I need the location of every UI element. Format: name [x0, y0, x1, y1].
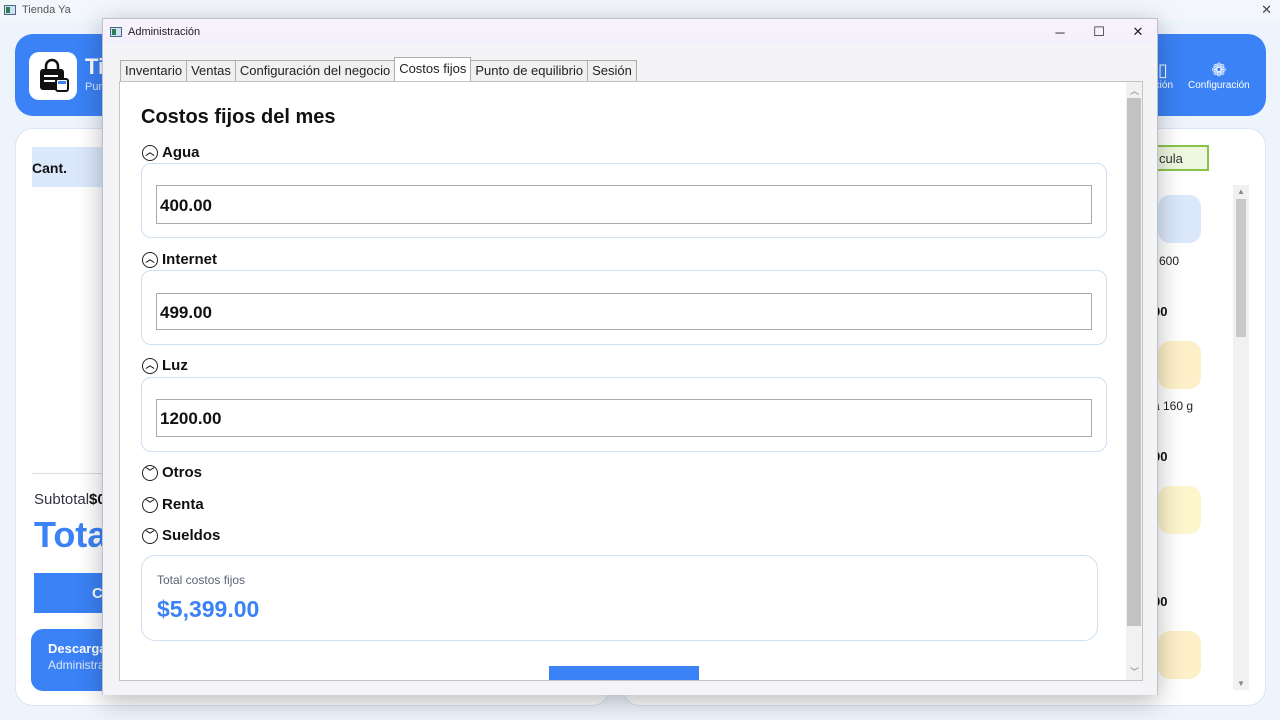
- window-icon: [110, 27, 122, 37]
- tab-sesion[interactable]: Sesión: [587, 60, 637, 81]
- tab-strip: Inventario Ventas Configuración del nego…: [120, 57, 637, 81]
- main-close-icon[interactable]: ✕: [1261, 2, 1272, 18]
- expander-sueldos[interactable]: ﹀ Sueldos: [142, 527, 220, 544]
- chevron-down-icon: ﹀: [142, 527, 158, 544]
- expander-internet[interactable]: ︿ Internet: [142, 251, 217, 268]
- subtotal: Subtotal$0: [34, 491, 106, 508]
- chevron-up-icon: ︿: [142, 144, 158, 161]
- expander-content: [141, 377, 1107, 452]
- chevron-down-icon: ﹀: [142, 496, 158, 513]
- product-name: a 160 g: [1153, 399, 1194, 413]
- agua-amount-input[interactable]: [156, 185, 1092, 224]
- scroll-up-icon[interactable]: ︿: [1130, 84, 1139, 97]
- tab-punto-equilibrio[interactable]: Punto de equilibrio: [470, 60, 589, 81]
- product-image[interactable]: [1158, 341, 1201, 389]
- maximize-icon[interactable]: ☐: [1080, 19, 1118, 45]
- total-value: $5,399.00: [157, 596, 260, 622]
- nav-label: Configuración: [1188, 80, 1250, 91]
- store-logo: [29, 52, 77, 100]
- expander-label: Internet: [162, 251, 218, 268]
- expander-otros[interactable]: ﹀ Otros: [142, 464, 202, 481]
- save-button[interactable]: [549, 666, 699, 680]
- total-label: Total costos fijos: [157, 573, 246, 587]
- expander-label: Otros: [162, 464, 203, 481]
- total-card: Total costos fijos $5,399.00: [141, 555, 1098, 641]
- dialog-title: Administración: [128, 26, 201, 38]
- product-image[interactable]: [1158, 631, 1201, 679]
- tab-inventario[interactable]: Inventario: [120, 60, 188, 81]
- expander-label: Luz: [162, 357, 188, 374]
- shopping-bag-icon: [40, 58, 69, 92]
- expander-content: [141, 163, 1107, 238]
- chevron-up-icon: ︿: [142, 251, 158, 268]
- product-image[interactable]: [1158, 195, 1201, 243]
- scroll-down-icon[interactable]: ﹀: [1130, 665, 1139, 678]
- gear-icon: ❁: [1211, 60, 1227, 80]
- costos-fijos-panel: Costos fijos del mes ︿ Agua ︿ Internet ︿…: [119, 81, 1143, 681]
- qty-column-header: Cant.: [32, 147, 112, 187]
- scroll-down-icon[interactable]: ▼: [1237, 679, 1245, 688]
- expander-label: Agua: [162, 144, 200, 161]
- dialog-titlebar: Administración ─ ☐ ✕: [103, 19, 1157, 45]
- tab-ventas[interactable]: Ventas: [186, 60, 236, 81]
- vertical-scrollbar[interactable]: ︿ ﹀: [1126, 82, 1142, 680]
- tab-costos-fijos[interactable]: Costos fijos: [394, 57, 472, 81]
- main-window-title: Tienda Ya: [22, 4, 71, 16]
- tab-configuracion-negocio[interactable]: Configuración del negocio: [234, 60, 396, 81]
- expander-luz[interactable]: ︿ Luz: [142, 357, 188, 374]
- chevron-up-icon: ︿: [142, 357, 158, 374]
- page-title: Costos fijos del mes: [141, 106, 336, 128]
- scrollbar-thumb[interactable]: [1127, 98, 1141, 626]
- main-titlebar: Tienda Ya ✕: [0, 0, 1280, 20]
- internet-amount-input[interactable]: [156, 293, 1092, 330]
- expander-content: [141, 270, 1107, 345]
- expander-label: Renta: [162, 496, 204, 513]
- expander-renta[interactable]: ﹀ Renta: [142, 496, 204, 513]
- nav-configuracion[interactable]: ❁ Configuración: [1188, 60, 1250, 91]
- total-label: Tota: [34, 514, 108, 555]
- chevron-down-icon: ﹀: [142, 464, 158, 481]
- expander-agua[interactable]: ︿ Agua: [142, 144, 200, 161]
- close-icon[interactable]: ✕: [1119, 19, 1157, 45]
- minimize-icon[interactable]: ─: [1041, 19, 1079, 45]
- dialog-body: Inventario Ventas Configuración del nego…: [103, 45, 1157, 695]
- products-scrollbar[interactable]: ▲ ▼: [1233, 185, 1249, 690]
- subtotal-label: Subtotal: [34, 491, 90, 508]
- app-icon: [4, 5, 16, 15]
- expander-label: Sueldos: [162, 527, 221, 544]
- scrollbar-thumb[interactable]: [1236, 199, 1246, 337]
- luz-amount-input[interactable]: [156, 399, 1092, 437]
- scroll-up-icon[interactable]: ▲: [1237, 187, 1245, 196]
- admin-dialog: Administración ─ ☐ ✕ Inventario Ventas C…: [102, 18, 1158, 695]
- product-image[interactable]: [1158, 486, 1201, 534]
